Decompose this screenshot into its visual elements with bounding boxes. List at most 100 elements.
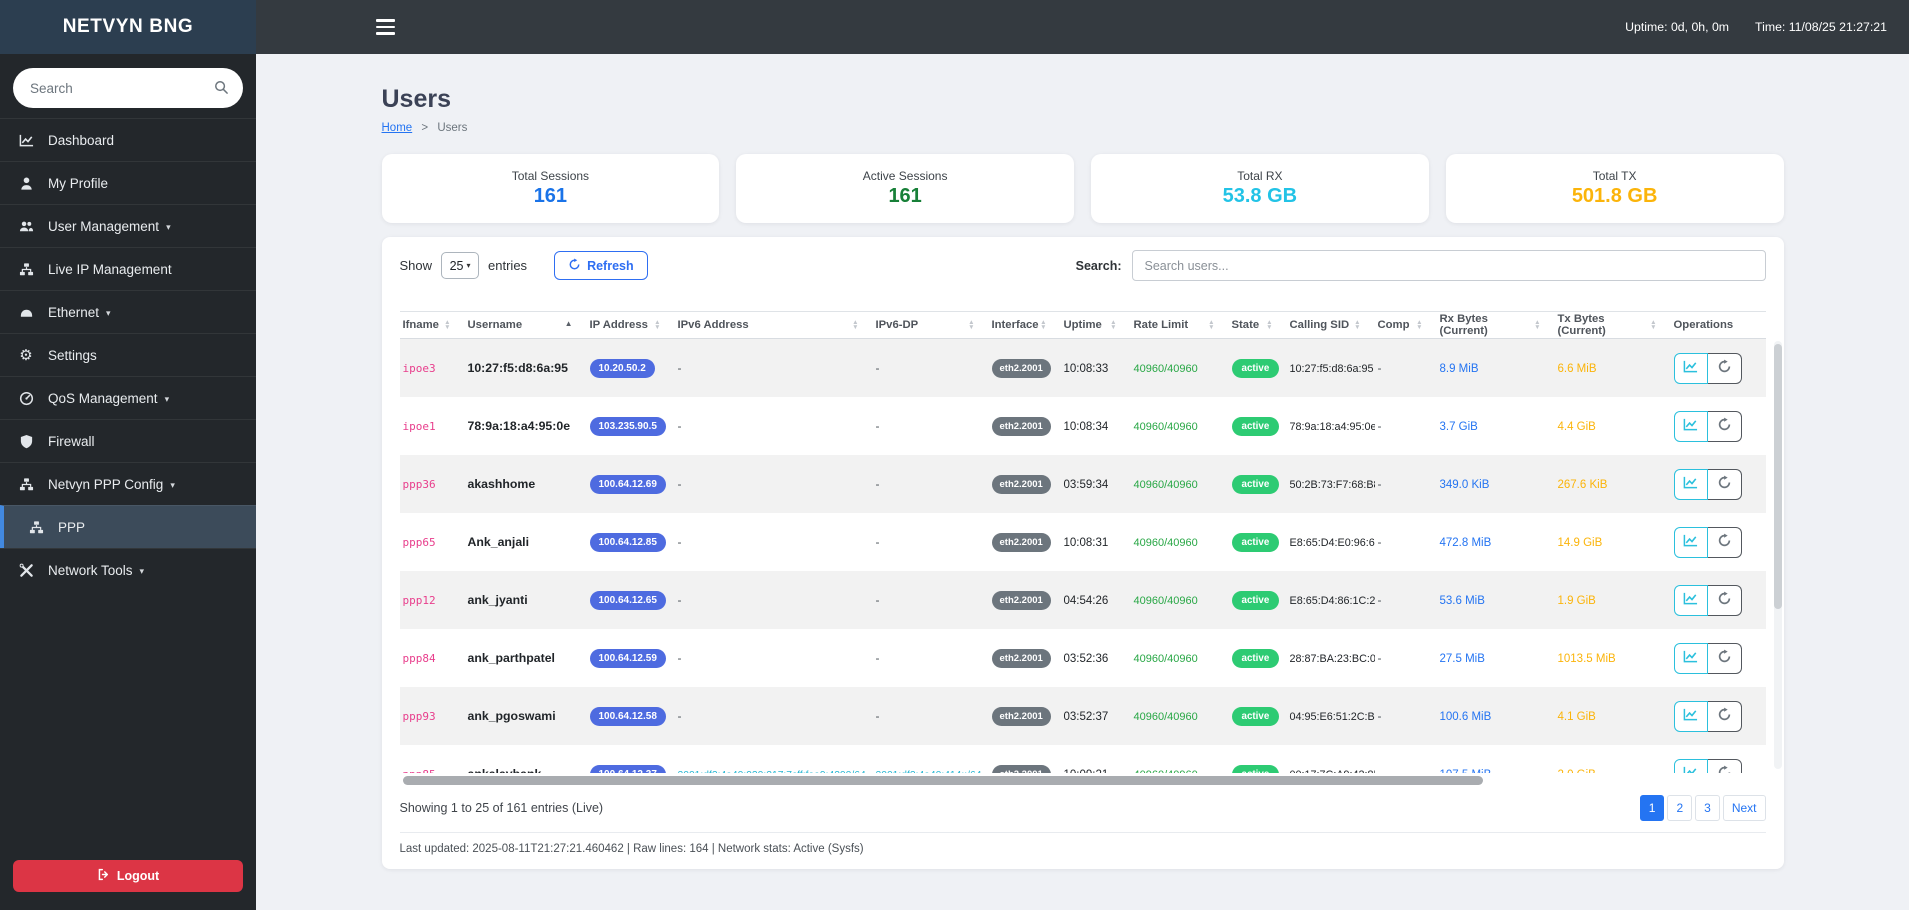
chart-up-icon [1683, 359, 1698, 377]
users-search-input[interactable] [1131, 250, 1766, 281]
cell-ipv6-address: 2001:df2:4a40:920:217:7cff:fea9:4200/64 [675, 765, 873, 773]
cell-ip-address: 10.20.50.2 [587, 358, 675, 378]
resync-button[interactable] [1707, 700, 1742, 732]
sidebar-item-label: Live IP Management [48, 261, 172, 277]
horizontal-scrollbar[interactable] [400, 776, 1766, 785]
column-header-rx-bytes-current[interactable]: Rx Bytes (Current) ▲ ▼ [1437, 313, 1555, 337]
sort-icon: ▲ ▼ [1040, 318, 1047, 331]
refresh-icon [1717, 649, 1732, 667]
cell-ipv6-address: - [677, 419, 682, 433]
cell-ifname: ppp36 [402, 478, 436, 491]
sidebar-item-network-tools[interactable]: Network Tools ▾ [0, 548, 256, 591]
cell-tx-bytes: 1.9 GiB [1557, 595, 1596, 607]
cell-rate-limit: 40960/40960 [1133, 653, 1198, 665]
stat-card-total-tx: Total TX 501.8 GB [1445, 154, 1784, 223]
cell-state: active [1229, 474, 1287, 494]
hamburger-icon[interactable] [376, 19, 395, 35]
column-header-interface[interactable]: Interface ▲ ▼ [989, 319, 1061, 331]
sidebar-item-firewall[interactable]: Firewall [0, 419, 256, 462]
chart-button[interactable] [1673, 700, 1708, 732]
logout-button[interactable]: Logout [13, 860, 243, 892]
breadcrumb-home-link[interactable]: Home [382, 122, 413, 134]
page-title: Users [381, 85, 452, 113]
cell-tx-bytes: 6.6 MiB [1557, 363, 1597, 375]
stat-value: 161 [533, 185, 568, 207]
resync-button[interactable] [1707, 352, 1742, 384]
cell-rate-limit: 40960/40960 [1133, 421, 1198, 433]
stat-card-total-rx: Total RX 53.8 GB [1091, 154, 1429, 223]
refresh-button[interactable]: Refresh [554, 251, 648, 280]
resync-button[interactable] [1707, 410, 1742, 442]
chart-up-icon [1683, 707, 1698, 725]
page-button-1[interactable]: 1 [1639, 795, 1665, 821]
column-header-ipv6-address[interactable]: IPv6 Address ▲ ▼ [675, 319, 873, 331]
column-header-username[interactable]: Username ▲ [465, 318, 587, 332]
sidebar-item-dashboard[interactable]: Dashboard [0, 118, 256, 161]
sort-icon: ▲ ▼ [1416, 318, 1423, 331]
column-header-tx-bytes-current[interactable]: Tx Bytes (Current) ▲ ▼ [1555, 313, 1671, 337]
sidebar-item-user-management[interactable]: User Management ▾ [0, 204, 256, 247]
column-header-rate-limit[interactable]: Rate Limit ▲ ▼ [1131, 319, 1229, 331]
column-header-uptime[interactable]: Uptime ▲ ▼ [1061, 319, 1131, 331]
sidebar-item-live-ip-management[interactable]: Live IP Management [0, 247, 256, 290]
cell-ipv6-address: - [677, 651, 682, 665]
chart-button[interactable] [1673, 584, 1708, 616]
sidebar-search-input[interactable] [13, 68, 243, 108]
chart-up-icon [1683, 475, 1698, 493]
cell-operations [1671, 526, 1762, 558]
column-header-label: State [1231, 319, 1260, 331]
page-button-next[interactable]: Next [1722, 795, 1766, 821]
chart-button[interactable] [1673, 642, 1708, 674]
column-header-ipv6-dp[interactable]: IPv6-DP ▲ ▼ [873, 319, 989, 331]
cell-rx-bytes: 8.9 MiB [1439, 363, 1479, 375]
cell-ifname: ppp65 [402, 536, 436, 549]
chart-button[interactable] [1673, 410, 1708, 442]
column-header-ip-address[interactable]: IP Address ▲ ▼ [587, 319, 675, 331]
chevron-down-icon: ▾ [139, 565, 145, 576]
cell-interface: eth2.2001 [989, 532, 1061, 552]
cell-comp: - [1377, 477, 1382, 491]
chart-button[interactable] [1673, 758, 1708, 773]
cell-uptime: 10:08:33 [1063, 363, 1109, 375]
vertical-scrollbar[interactable] [1773, 341, 1782, 769]
cell-ifname: ipoe3 [402, 362, 436, 375]
column-header-comp[interactable]: Comp ▲ ▼ [1375, 319, 1437, 331]
page-button-3[interactable]: 3 [1695, 795, 1720, 821]
sort-asc-icon: ▲ [564, 318, 573, 328]
cell-uptime: 10:08:31 [1063, 537, 1109, 549]
cell-interface: eth2.2001 [989, 416, 1061, 436]
entries-select[interactable]: 25 ▾ [441, 252, 480, 279]
app-root: NETVYN BNG Dashboard My Profile User Manag… [0, 0, 1909, 910]
chart-button[interactable] [1673, 468, 1708, 500]
sidebar-item-qos-management[interactable]: QoS Management ▾ [0, 376, 256, 419]
cell-state: active [1229, 416, 1287, 436]
resync-button[interactable] [1707, 526, 1742, 558]
sidebar-item-settings[interactable]: ⚙ Settings [0, 333, 256, 376]
sidebar-item-label: My Profile [48, 175, 109, 191]
cell-uptime: 10:08:34 [1063, 421, 1109, 433]
resync-button[interactable] [1707, 584, 1742, 616]
chart-up-icon [1683, 765, 1698, 773]
cell-tx-bytes: 2.0 GiB [1555, 765, 1671, 773]
sidebar-item-netvyn-ppp-config[interactable]: Netvyn PPP Config ▾ [0, 462, 256, 505]
stat-label: Total RX [1237, 169, 1283, 183]
resync-button[interactable] [1707, 758, 1742, 773]
gauge-icon [16, 391, 36, 406]
chart-button[interactable] [1673, 526, 1708, 558]
resync-button[interactable] [1707, 468, 1742, 500]
chart-button[interactable] [1673, 352, 1708, 384]
column-header-ifname[interactable]: Ifname ▲ ▼ [400, 319, 465, 331]
sidebar-item-ethernet[interactable]: Ethernet ▾ [0, 290, 256, 333]
column-header-calling-sid[interactable]: Calling SID ▲ ▼ [1287, 319, 1375, 331]
breadcrumb: Home > Users [382, 122, 1784, 134]
sidebar-item-ppp[interactable]: PPP [0, 505, 256, 548]
resync-button[interactable] [1707, 642, 1742, 674]
table-row: ppp84 ank_parthpatel 100.64.12.59- - eth2.20… [400, 629, 1766, 687]
column-header-state[interactable]: State ▲ ▼ [1229, 319, 1287, 331]
breadcrumb-separator: > [421, 122, 429, 134]
main-area: Uptime: 0d, 0h, 0m Time: 11/08/25 21:27:… [256, 0, 1909, 910]
chevron-down-icon: ▾ [170, 479, 175, 490]
sidebar-item-my-profile[interactable]: My Profile [0, 161, 256, 204]
cell-interface: eth2.2001 [989, 706, 1061, 726]
page-button-2[interactable]: 2 [1667, 795, 1693, 821]
